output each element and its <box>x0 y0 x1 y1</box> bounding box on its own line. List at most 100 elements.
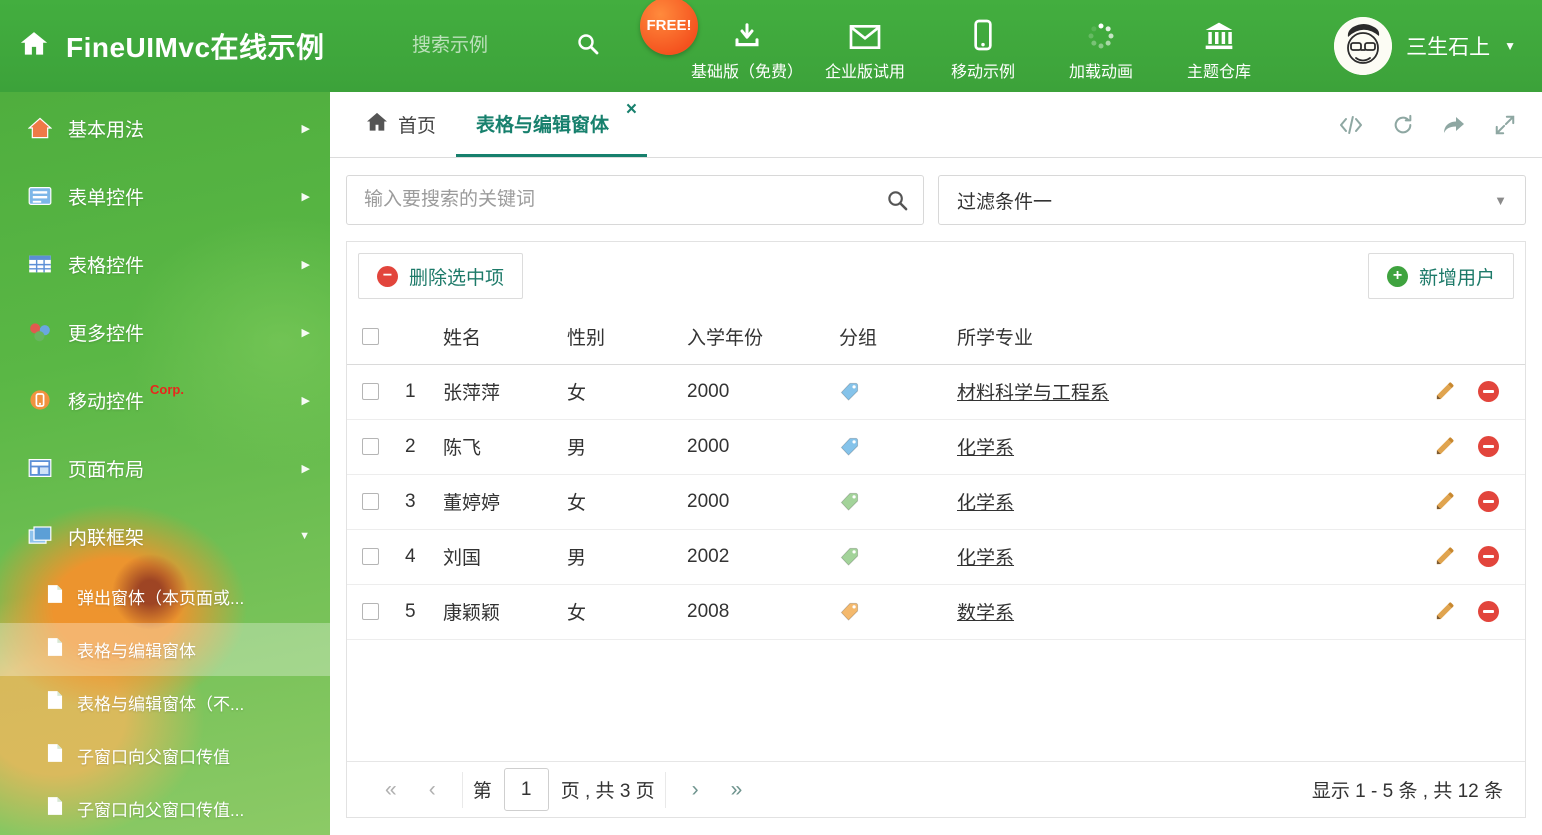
filter-dropdown[interactable]: 过滤条件一 ▼ <box>938 175 1526 225</box>
table-row: 1 张萍萍 女 2000 材料科学与工程系 <box>347 364 1525 420</box>
refresh-icon[interactable] <box>1392 114 1414 136</box>
sidebar-item-page-layout[interactable]: 页面布局 ▶ <box>0 434 330 502</box>
delete-selected-label: 删除选中项 <box>409 267 505 289</box>
minus-circle-icon: − <box>377 265 398 287</box>
layout-icon <box>28 457 52 479</box>
delete-selected-button[interactable]: − 删除选中项 <box>358 253 524 299</box>
chevron-right-icon: ▶ <box>301 326 310 339</box>
grid-toolbar: − 删除选中项 + 新增用户 <box>347 242 1525 309</box>
row-number-header <box>397 309 443 365</box>
table-row: 2 陈飞 男 2000 化学系 <box>347 419 1525 475</box>
nav-item-basic-free[interactable]: FREE! 基础版（免费） <box>640 0 806 82</box>
delete-row-icon[interactable] <box>1478 600 1499 622</box>
sidebar-item-label: 基本用法 <box>68 119 145 141</box>
search-icon[interactable] <box>886 189 909 217</box>
cell-gender: 男 <box>567 529 687 585</box>
cell-year: 2002 <box>687 529 839 585</box>
pagination-bar: « ‹ 第 页 , 共 3 页 › » 显示 1 - 5 条 , 共 12 条 <box>347 761 1525 817</box>
close-icon[interactable]: × <box>626 99 637 121</box>
edit-pencil-icon[interactable] <box>1434 601 1455 622</box>
nav-item-enterprise-trial[interactable]: 企业版试用 <box>806 11 924 82</box>
tab-home[interactable]: 首页 <box>346 92 456 157</box>
app-header: FineUIMvc在线示例 FREE! 基础版（免费） 企业版试用 <box>0 0 1542 92</box>
sidebar-item-form-controls[interactable]: 表单控件 ▶ <box>0 162 330 230</box>
page-number-input[interactable] <box>503 768 549 811</box>
name-header: 姓名 <box>443 309 567 365</box>
row-checkbox[interactable] <box>362 382 379 400</box>
spinner-icon <box>1042 15 1160 51</box>
sidebar: 基本用法 ▶ 表单控件 ▶ 表格控件 ▶ 更多控件 ▶ 移动控件 Corp. ▶… <box>0 92 330 835</box>
caret-down-icon: ▼ <box>1494 192 1507 208</box>
free-badge: FREE! <box>640 0 698 55</box>
sidebar-item-more-controls[interactable]: 更多控件 ▶ <box>0 298 330 366</box>
sidebar-subitem-child-to-parent[interactable]: 子窗口向父窗口传值 <box>0 729 330 782</box>
prev-page-button[interactable]: ‹ <box>413 778 452 802</box>
sidebar-item-label: 内联框架 <box>68 527 145 549</box>
tag-icon <box>839 601 860 622</box>
envelope-icon <box>806 15 924 51</box>
brand[interactable]: FineUIMvc在线示例 <box>0 26 412 66</box>
add-user-button[interactable]: + 新增用户 <box>1367 253 1514 299</box>
add-user-label: 新增用户 <box>1418 267 1495 289</box>
widgets-icon <box>28 321 52 343</box>
major-header: 所学专业 <box>957 309 1409 365</box>
row-checkbox[interactable] <box>362 492 379 510</box>
cell-gender: 女 <box>567 474 687 530</box>
delete-row-icon[interactable] <box>1478 545 1499 567</box>
frame-icon <box>28 525 52 547</box>
major-link[interactable]: 数学系 <box>957 603 1014 624</box>
major-link[interactable]: 化学系 <box>957 493 1014 514</box>
sidebar-subitem-grid-edit-window-2[interactable]: 表格与编辑窗体（不... <box>0 676 330 729</box>
major-link[interactable]: 化学系 <box>957 548 1014 569</box>
file-icon <box>46 743 64 768</box>
users-table: 姓名 性别 入学年份 分组 所学专业 1 张萍萍 女 2000 材料科学与工程系… <box>347 309 1525 640</box>
nav-item-loading-animations[interactable]: 加载动画 <box>1042 11 1160 82</box>
next-page-button[interactable]: › <box>676 778 715 802</box>
group-header: 分组 <box>839 309 957 365</box>
cell-gender: 女 <box>567 364 687 420</box>
edit-pencil-icon[interactable] <box>1434 546 1455 567</box>
sidebar-menu: 基本用法 ▶ 表单控件 ▶ 表格控件 ▶ 更多控件 ▶ 移动控件 Corp. ▶… <box>0 92 330 835</box>
chevron-right-icon: ▶ <box>301 394 310 407</box>
tab-bar: 首页 表格与编辑窗体 × <box>330 92 1542 158</box>
select-all-checkbox[interactable] <box>362 327 379 345</box>
tab-grid-edit-window[interactable]: 表格与编辑窗体 × <box>456 92 648 157</box>
delete-row-icon[interactable] <box>1478 490 1499 512</box>
nav-item-theme-store[interactable]: 主题仓库 <box>1160 11 1278 82</box>
row-checkbox[interactable] <box>362 437 379 455</box>
delete-row-icon[interactable] <box>1478 380 1499 402</box>
expand-icon[interactable] <box>1494 114 1516 136</box>
major-link[interactable]: 化学系 <box>957 438 1014 459</box>
row-checkbox[interactable] <box>362 602 379 620</box>
share-icon[interactable] <box>1442 115 1466 135</box>
header-search-input[interactable] <box>412 35 562 57</box>
nav-item-mobile-demo[interactable]: 移动示例 <box>924 11 1042 82</box>
last-page-button[interactable]: » <box>715 778 759 802</box>
search-icon[interactable] <box>576 32 600 61</box>
plus-circle-icon: + <box>1386 265 1408 287</box>
sidebar-subitem-popup-window[interactable]: 弹出窗体（本页面或... <box>0 570 330 623</box>
sidebar-subitem-grid-edit-window[interactable]: 表格与编辑窗体 <box>0 623 330 676</box>
code-icon[interactable] <box>1338 115 1364 135</box>
delete-row-icon[interactable] <box>1478 435 1499 457</box>
row-number: 2 <box>397 419 443 475</box>
table-row: 3 董婷婷 女 2000 化学系 <box>347 474 1525 530</box>
house-icon <box>27 117 53 139</box>
sidebar-item-basic-usage[interactable]: 基本用法 ▶ <box>0 94 330 162</box>
major-link[interactable]: 材料科学与工程系 <box>957 383 1109 404</box>
page-label-prefix: 第 <box>472 781 492 802</box>
edit-pencil-icon[interactable] <box>1434 436 1455 457</box>
sidebar-item-mobile-controls[interactable]: 移动控件 Corp. ▶ <box>0 366 330 434</box>
edit-pencil-icon[interactable] <box>1434 491 1455 512</box>
sidebar-subitem-child-to-parent-2[interactable]: 子窗口向父窗口传值... <box>0 782 330 835</box>
table-search-input[interactable] <box>346 175 924 225</box>
sidebar-item-grid-controls[interactable]: 表格控件 ▶ <box>0 230 330 298</box>
header-nav: FREE! 基础版（免费） 企业版试用 移动示例 加载动画 主题仓库 <box>640 0 1278 82</box>
edit-pencil-icon[interactable] <box>1434 381 1455 402</box>
sidebar-subitem-label: 子窗口向父窗口传值... <box>77 801 245 820</box>
user-menu[interactable]: 三生石上 ▼ <box>1334 17 1516 75</box>
first-page-button[interactable]: « <box>369 778 413 802</box>
row-checkbox[interactable] <box>362 547 379 565</box>
sidebar-subitem-label: 弹出窗体（本页面或... <box>77 589 245 608</box>
sidebar-item-inline-frame[interactable]: 内联框架 ▼ <box>0 502 330 570</box>
